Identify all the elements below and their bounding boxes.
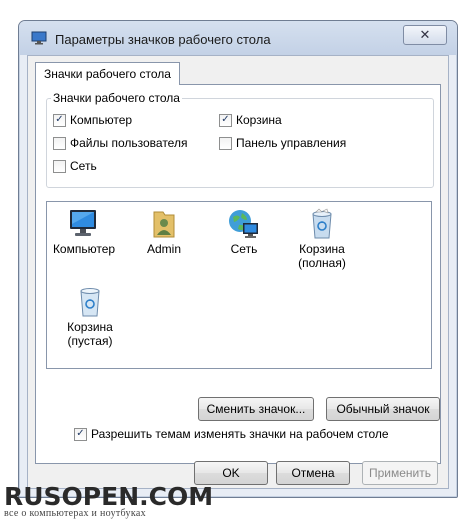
checkbox-label: Панель управления [236, 136, 347, 150]
checkbox-allow-themes[interactable]: ✓ Разрешить темам изменять значки на раб… [74, 427, 389, 441]
checkbox-label: Файлы пользователя [70, 136, 188, 150]
desktop-settings-icon [31, 31, 47, 45]
checkbox-label: Разрешить темам изменять значки на рабоч… [91, 427, 389, 441]
checkbox-box[interactable] [53, 159, 66, 173]
checkbox-control-panel[interactable]: Панель управления [219, 136, 346, 150]
window-title: Параметры значков рабочего стола [55, 32, 271, 47]
check-icon: ✓ [55, 114, 64, 125]
dialog-window: Параметры значков рабочего стола ✕ Значк… [18, 20, 458, 498]
checkbox-computer[interactable]: ✓ Компьютер [53, 113, 132, 127]
checkbox-box[interactable]: ✓ [219, 113, 232, 127]
checkbox-box[interactable] [53, 136, 66, 150]
checkbox-label: Сеть [70, 159, 97, 173]
checkbox-label: Корзина [236, 113, 282, 127]
icons-list[interactable]: Компьютер Admin Сеть Корзина (полная) Ко… [46, 201, 432, 369]
icon-item-recycle-bin-empty[interactable]: Корзина (пустая) [53, 286, 127, 348]
recycle-bin-full-icon [312, 208, 332, 239]
icon-label: Сеть [230, 242, 258, 256]
checkbox-recycle-bin[interactable]: ✓ Корзина [219, 113, 282, 127]
site-watermark: RUSOPEN.COM все о компьютерах и ноутбука… [4, 482, 214, 519]
close-icon: ✕ [419, 27, 431, 42]
cancel-button[interactable]: Отмена [276, 461, 350, 485]
icon-label: Корзина (полная) [298, 242, 346, 270]
icon-item-network[interactable]: Сеть [207, 208, 281, 256]
default-icon-button[interactable]: Обычный значок [326, 397, 440, 421]
icon-label: Компьютер [52, 242, 116, 256]
checkbox-user-files[interactable]: Файлы пользователя [53, 136, 187, 150]
tab-panel: Значки рабочего стола ✓ Компьютер ✓ Корз… [35, 84, 441, 464]
close-button[interactable]: ✕ [403, 25, 447, 45]
checkbox-label: Компьютер [70, 113, 133, 127]
checkbox-box[interactable] [219, 136, 232, 150]
watermark-logo: RUSOPEN.COM [4, 482, 214, 511]
network-icon [229, 210, 258, 238]
tab-desktop-icons[interactable]: Значки рабочего стола [35, 62, 180, 85]
desktop-icons-group: Значки рабочего стола ✓ Компьютер ✓ Корз… [46, 91, 434, 188]
icon-item-computer[interactable]: Компьютер [47, 208, 121, 256]
check-icon: ✓ [221, 114, 230, 125]
icon-item-admin[interactable]: Admin [127, 208, 201, 256]
group-legend: Значки рабочего стола [51, 91, 182, 105]
icon-label: Admin [146, 242, 181, 256]
user-folder-icon [153, 211, 175, 238]
computer-icon [70, 210, 96, 236]
checkbox-network[interactable]: Сеть [53, 159, 97, 173]
icon-item-recycle-bin-full[interactable]: Корзина (полная) [285, 208, 359, 270]
checkbox-box[interactable]: ✓ [53, 113, 66, 127]
check-icon: ✓ [76, 428, 85, 439]
recycle-bin-empty-icon [80, 288, 100, 317]
title-bar[interactable]: Параметры значков рабочего стола ✕ [19, 21, 457, 55]
checkbox-box[interactable]: ✓ [74, 427, 87, 441]
icon-label: Корзина (пустая) [67, 320, 113, 348]
apply-button[interactable]: Применить [362, 461, 438, 485]
change-icon-button[interactable]: Сменить значок... [198, 397, 314, 421]
